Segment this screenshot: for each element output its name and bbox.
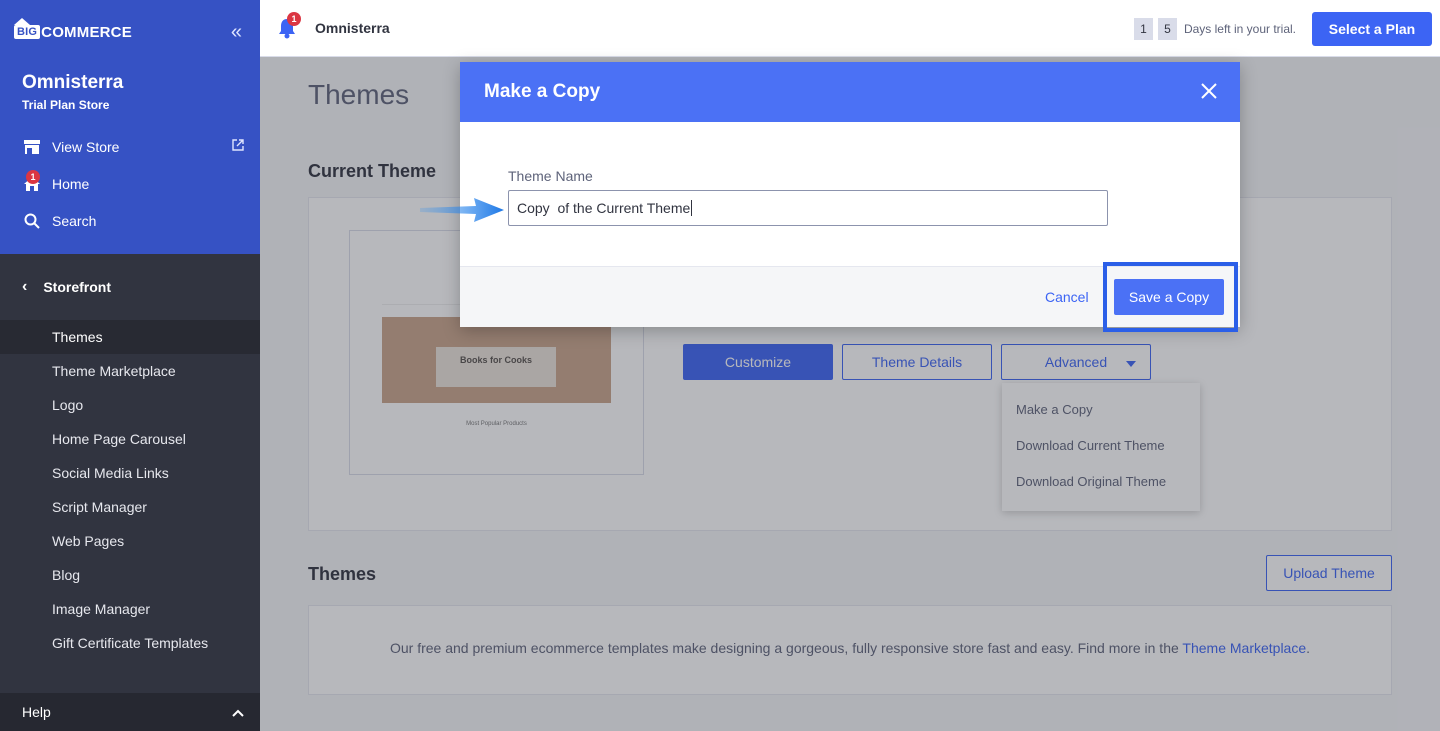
sidebar-item-view-store[interactable]: View Store (0, 128, 260, 165)
sidebar-item-home-page-carousel[interactable]: Home Page Carousel (0, 422, 260, 456)
arrow-pointer-icon (420, 198, 504, 222)
help-label: Help (22, 704, 51, 720)
cancel-button[interactable]: Cancel (1045, 289, 1089, 305)
theme-name-label: Theme Name (508, 168, 593, 184)
sidebar-item-search[interactable]: Search (0, 202, 260, 239)
double-chevron-left-icon[interactable]: « (231, 21, 242, 44)
sidebar-item-logo[interactable]: Logo (0, 388, 260, 422)
external-link-icon (232, 139, 244, 154)
sidebar-item-gift-certificate-templates[interactable]: Gift Certificate Templates (0, 626, 260, 660)
sidebar-header: BIG COMMERCE « Omnisterra Trial Plan Sto… (0, 0, 260, 254)
chevron-left-icon: ‹ (22, 278, 28, 295)
notification-badge: 1 (287, 12, 301, 26)
save-copy-button[interactable]: Save a Copy (1114, 279, 1224, 315)
search-icon (22, 213, 42, 229)
trial-digit: 5 (1157, 18, 1177, 40)
bigcommerce-logo[interactable]: BIG COMMERCE (14, 18, 132, 41)
trial-counter: 1 5 Days left in your trial. (1133, 18, 1296, 40)
sidebar-item-label: View Store (52, 138, 120, 155)
sidebar-item-label: Home (52, 175, 90, 192)
sidebar-item-image-manager[interactable]: Image Manager (0, 592, 260, 626)
logo-big: BIG (14, 18, 41, 39)
trial-text: Days left in your trial. (1183, 22, 1296, 36)
store-icon (22, 139, 42, 155)
modal-title: Make a Copy (484, 81, 601, 102)
close-icon[interactable] (1196, 78, 1222, 104)
sidebar-item-theme-marketplace[interactable]: Theme Marketplace (0, 354, 260, 388)
top-bar: 1 Omnisterra 1 5 Days left in your trial… (260, 0, 1440, 57)
notification-bell-icon[interactable]: 1 (275, 12, 301, 40)
modal-body: Theme Name Copy of the Current Theme (460, 122, 1240, 266)
theme-name-input[interactable]: Copy of the Current Theme (508, 190, 1108, 226)
sidebar-section-storefront[interactable]: ‹ Storefront (0, 254, 260, 320)
logo-rest: COMMERCE (41, 23, 132, 41)
storefront-submenu: Themes Theme Marketplace Logo Home Page … (0, 320, 260, 660)
theme-name-value: Copy of the Current Theme (517, 200, 691, 216)
help-toggle[interactable]: Help (0, 693, 260, 731)
chevron-up-icon (232, 704, 244, 720)
home-badge: 1 (26, 169, 40, 184)
sidebar: BIG COMMERCE « Omnisterra Trial Plan Sto… (0, 0, 260, 731)
select-plan-button[interactable]: Select a Plan (1312, 12, 1432, 46)
brand-row: BIG COMMERCE « (0, 14, 260, 50)
sidebar-item-themes[interactable]: Themes (0, 320, 260, 354)
sidebar-item-script-manager[interactable]: Script Manager (0, 490, 260, 524)
sidebar-item-social-media-links[interactable]: Social Media Links (0, 456, 260, 490)
sidebar-item-blog[interactable]: Blog (0, 558, 260, 592)
sidebar-item-home[interactable]: 1 Home (0, 165, 260, 202)
sidebar-item-label: Search (52, 212, 97, 229)
home-icon: 1 (22, 169, 42, 192)
sidebar-item-web-pages[interactable]: Web Pages (0, 524, 260, 558)
text-cursor (691, 200, 693, 216)
section-label: Storefront (43, 279, 111, 295)
store-plan: Trial Plan Store (22, 98, 110, 112)
store-name: Omnisterra (22, 72, 124, 93)
topbar-store-name: Omnisterra (315, 20, 390, 36)
trial-digit: 1 (1133, 18, 1153, 40)
modal-header: Make a Copy (460, 62, 1240, 122)
